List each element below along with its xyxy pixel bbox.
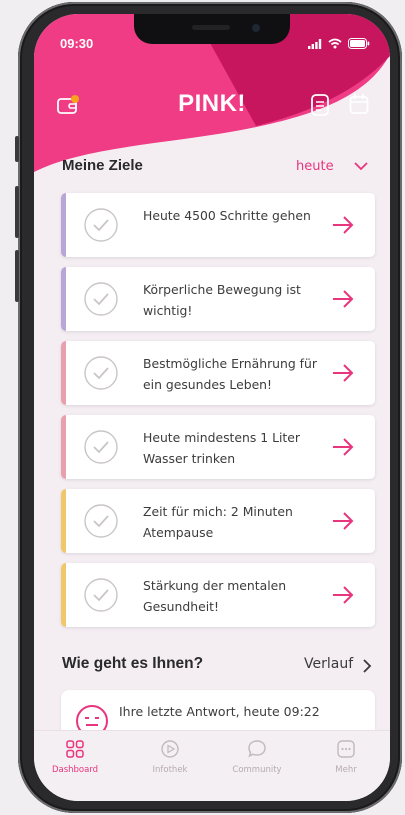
checkmark-circle-icon[interactable] — [84, 504, 118, 538]
goal-text: Heute 4500 Schritte gehen — [143, 208, 311, 223]
goal-card[interactable]: Heute 4500 Schritte gehen — [61, 193, 375, 257]
battery-icon — [348, 38, 370, 49]
goal-text: Heute mindestens 1 Liter Wasser trinken — [143, 430, 300, 466]
calendar-icon[interactable] — [349, 93, 369, 115]
tab-label: Community — [232, 765, 282, 775]
tab-label: Dashboard — [51, 765, 99, 775]
play-icon — [161, 740, 179, 758]
goal-card[interactable]: Heute mindestens 1 Liter Wasser trinken — [61, 415, 375, 479]
status-time: 09:30 — [60, 36, 94, 51]
goal-card[interactable]: Körperliche Bewegung ist wichtig! — [61, 267, 375, 331]
goals-section-header: Meine Ziele heute — [34, 157, 390, 181]
goal-text: Zeit für mich: 2 Minuten Atempause — [143, 504, 293, 540]
tab-label: Infothek — [152, 765, 188, 775]
cellular-signal-icon — [308, 38, 322, 49]
chevron-right-icon[interactable] — [362, 659, 372, 673]
arrow-right-icon[interactable] — [332, 215, 354, 235]
more-icon — [337, 740, 355, 758]
arrow-right-icon[interactable] — [332, 511, 354, 531]
grid-icon — [66, 740, 84, 758]
goal-accent-bar — [61, 341, 66, 405]
goal-card[interactable]: Bestmögliche Ernährung für ein gesundes … — [61, 341, 375, 405]
tab-dashboard[interactable]: Dashboard — [35, 739, 115, 775]
app-screen: 09:30 PINK! Meine Ziele heute Heute 4500… — [34, 14, 390, 801]
goals-period-select[interactable]: heute — [296, 159, 334, 174]
device-notch — [134, 14, 290, 44]
chat-bubble-icon — [248, 740, 266, 758]
checkmark-circle-icon[interactable] — [84, 356, 118, 390]
tab-community[interactable]: Community — [217, 739, 297, 775]
mood-section-header: Wie geht es Ihnen? Verlauf — [34, 655, 390, 677]
brand-logo: PINK! — [178, 90, 246, 117]
mute-switch — [15, 136, 19, 162]
goal-accent-bar — [61, 193, 66, 257]
arrow-right-icon[interactable] — [332, 585, 354, 605]
goals-title: Meine Ziele — [62, 157, 143, 174]
checkmark-circle-icon[interactable] — [84, 282, 118, 316]
wifi-icon — [328, 38, 342, 49]
checkmark-circle-icon[interactable] — [84, 208, 118, 242]
tab-mehr[interactable]: Mehr — [306, 739, 386, 775]
volume-down-button — [15, 250, 19, 302]
arrow-right-icon[interactable] — [332, 363, 354, 383]
tab-label: Mehr — [335, 765, 357, 775]
tab-bar: Dashboard Infothek Community Mehr — [34, 730, 390, 801]
arrow-right-icon[interactable] — [332, 289, 354, 309]
goal-text: Stärkung der mentalen Gesundheit! — [143, 578, 287, 614]
goal-card[interactable]: Zeit für mich: 2 Minuten Atempause — [61, 489, 375, 553]
tab-infothek[interactable]: Infothek — [130, 739, 210, 775]
goal-text: Körperliche Bewegung ist wichtig! — [143, 282, 301, 318]
goal-accent-bar — [61, 563, 66, 627]
goals-list: Heute 4500 Schritte gehen Körperliche Be… — [61, 193, 375, 637]
goal-card[interactable]: Stärkung der mentalen Gesundheit! — [61, 563, 375, 627]
history-link[interactable]: Verlauf — [304, 656, 353, 672]
goal-accent-bar — [61, 267, 66, 331]
chevron-down-icon[interactable] — [353, 161, 369, 171]
goal-text: Bestmögliche Ernährung für ein gesundes … — [143, 356, 317, 392]
arrow-right-icon[interactable] — [332, 437, 354, 457]
document-icon[interactable] — [310, 94, 330, 116]
checkmark-circle-icon[interactable] — [84, 578, 118, 612]
checkmark-circle-icon[interactable] — [84, 430, 118, 464]
last-answer-text: Ihre letzte Antwort, heute 09:22 — [119, 704, 320, 719]
goal-accent-bar — [61, 489, 66, 553]
mood-title: Wie geht es Ihnen? — [62, 655, 204, 672]
app-header: PINK! — [34, 86, 390, 126]
volume-up-button — [15, 186, 19, 238]
goal-accent-bar — [61, 415, 66, 479]
